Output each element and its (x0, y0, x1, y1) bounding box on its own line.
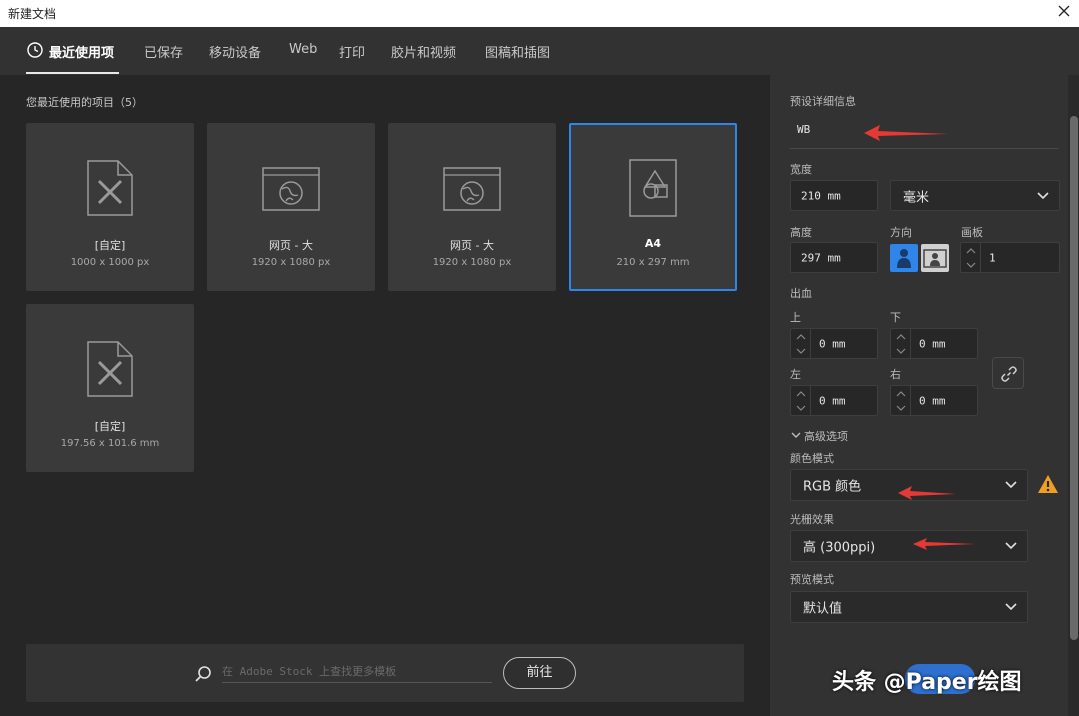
raster-effects-label: 光栅效果 (790, 513, 834, 526)
title-bar: 新建文档 (0, 0, 1079, 27)
bleed-left-label: 左 (790, 368, 801, 381)
artboards-input[interactable]: 1 (960, 242, 1060, 273)
chevron-up-icon[interactable] (896, 334, 906, 340)
chevron-down-icon[interactable] (796, 405, 806, 411)
tab-mobile[interactable]: 移动设备 (209, 42, 261, 61)
active-tab-indicator (26, 72, 119, 74)
category-tabs: 最近使用项 已保存 移动设备 Web 打印 胶片和视频 图稿和插图 (0, 27, 1079, 75)
bleed-right-stepper[interactable] (891, 386, 911, 415)
tab-print[interactable]: 打印 (339, 42, 365, 61)
recent-item-custom-1[interactable]: [自定] 1000 x 1000 px (26, 123, 194, 291)
item-dimensions: 1920 x 1080 px (432, 257, 512, 268)
chevron-down-icon[interactable] (796, 348, 806, 354)
tab-film-video[interactable]: 胶片和视频 (391, 42, 456, 61)
item-name: 网页 - 大 (450, 239, 494, 252)
link-bleed-button[interactable] (992, 357, 1024, 389)
color-mode-label: 颜色模式 (790, 452, 834, 465)
go-button[interactable]: 前往 (503, 657, 576, 689)
item-dimensions: 197.56 x 101.6 mm (60, 438, 160, 449)
recent-heading: 您最近使用的项目（5） (26, 96, 143, 109)
recent-item-web-large-1[interactable]: 网页 - 大 1920 x 1080 px (207, 123, 375, 291)
item-name: [自定] (94, 239, 126, 252)
annotation-arrow-icon (913, 538, 975, 550)
bleed-right-label: 右 (890, 368, 901, 381)
clock-icon (27, 42, 43, 58)
annotation-arrow-icon (864, 125, 948, 141)
annotation-arrow-icon (898, 486, 956, 500)
artboards-stepper[interactable] (961, 243, 981, 272)
bleed-bottom-stepper[interactable] (891, 329, 911, 358)
bleed-left-input[interactable]: 0 mm (790, 385, 878, 416)
bleed-left-stepper[interactable] (791, 386, 811, 415)
search-icon (195, 666, 211, 682)
width-label: 宽度 (790, 163, 812, 176)
web-page-icon (262, 167, 320, 211)
item-dimensions: 1000 x 1000 px (70, 257, 150, 268)
custom-doc-icon (87, 160, 133, 216)
shapes-doc-icon (629, 159, 677, 217)
chevron-down-icon (1037, 191, 1049, 199)
chevron-down-icon[interactable] (791, 431, 801, 439)
web-page-icon (443, 167, 501, 211)
item-dimensions: 210 x 297 mm (616, 257, 690, 268)
preset-name-underline (790, 148, 1058, 149)
chevron-down-icon (1005, 603, 1017, 611)
recent-item-web-large-2[interactable]: 网页 - 大 1920 x 1080 px (388, 123, 556, 291)
item-name: [自定] (94, 420, 126, 433)
custom-doc-icon (87, 341, 133, 397)
portrait-button[interactable] (890, 244, 918, 272)
bleed-bottom-input[interactable]: 0 mm (890, 328, 978, 359)
close-icon[interactable] (1055, 2, 1073, 20)
tab-web[interactable]: Web (289, 42, 317, 57)
chevron-down-icon[interactable] (966, 262, 976, 268)
advanced-options-toggle[interactable]: 高级选项 (804, 428, 848, 444)
preview-mode-label: 预览模式 (790, 573, 834, 586)
width-input[interactable]: 210 mm (790, 180, 878, 211)
tab-saved[interactable]: 已保存 (144, 42, 183, 61)
stock-search-bar: 前往 (26, 644, 744, 702)
stock-search-input[interactable] (222, 661, 492, 683)
landscape-person-icon (923, 249, 947, 268)
chevron-down-icon[interactable] (896, 405, 906, 411)
chevron-down-icon (1005, 542, 1017, 550)
recent-item-custom-2[interactable]: [自定] 197.56 x 101.6 mm (26, 304, 194, 472)
chevron-up-icon[interactable] (796, 334, 806, 340)
recent-item-a4[interactable]: A4 210 x 297 mm (569, 123, 737, 291)
item-name: A4 (644, 237, 662, 250)
bleed-right-input[interactable]: 0 mm (890, 385, 978, 416)
bleed-bottom-label: 下 (890, 311, 901, 324)
window-title: 新建文档 (8, 7, 57, 21)
link-icon (1001, 366, 1017, 382)
unit-select[interactable]: 毫米 (890, 180, 1060, 211)
bleed-top-label: 上 (790, 311, 801, 324)
preset-details-heading: 预设详细信息 (790, 95, 856, 108)
chevron-down-icon[interactable] (896, 348, 906, 354)
chevron-up-icon[interactable] (796, 391, 806, 397)
bleed-top-input[interactable]: 0 mm (790, 328, 878, 359)
watermark: 头条 @Paper绘图 (832, 670, 1022, 695)
warning-icon[interactable] (1037, 474, 1059, 494)
height-label: 高度 (790, 226, 812, 239)
orientation-label: 方向 (890, 226, 912, 239)
preview-mode-select[interactable]: 默认值 (790, 591, 1028, 623)
tab-art-illustration[interactable]: 图稿和插图 (485, 42, 550, 61)
recent-items-panel: 您最近使用的项目（5） [自定] 1000 x 1000 px 网页 - 大 1… (0, 75, 770, 716)
chevron-down-icon (1005, 481, 1017, 489)
bleed-top-stepper[interactable] (791, 329, 811, 358)
raster-effects-select[interactable]: 高 (300ppi) (790, 530, 1028, 562)
item-dimensions: 1920 x 1080 px (251, 257, 331, 268)
item-name: 网页 - 大 (269, 239, 313, 252)
artboards-label: 画板 (961, 226, 983, 239)
chevron-up-icon[interactable] (896, 391, 906, 397)
bleed-label: 出血 (790, 287, 812, 300)
preset-name-field[interactable]: WB (797, 123, 810, 136)
tab-recent[interactable]: 最近使用项 (49, 42, 114, 61)
chevron-up-icon[interactable] (966, 248, 976, 254)
landscape-button[interactable] (921, 244, 949, 272)
portrait-person-icon (897, 249, 911, 268)
scrollbar-thumb[interactable] (1070, 116, 1078, 640)
height-input[interactable]: 297 mm (790, 242, 878, 273)
